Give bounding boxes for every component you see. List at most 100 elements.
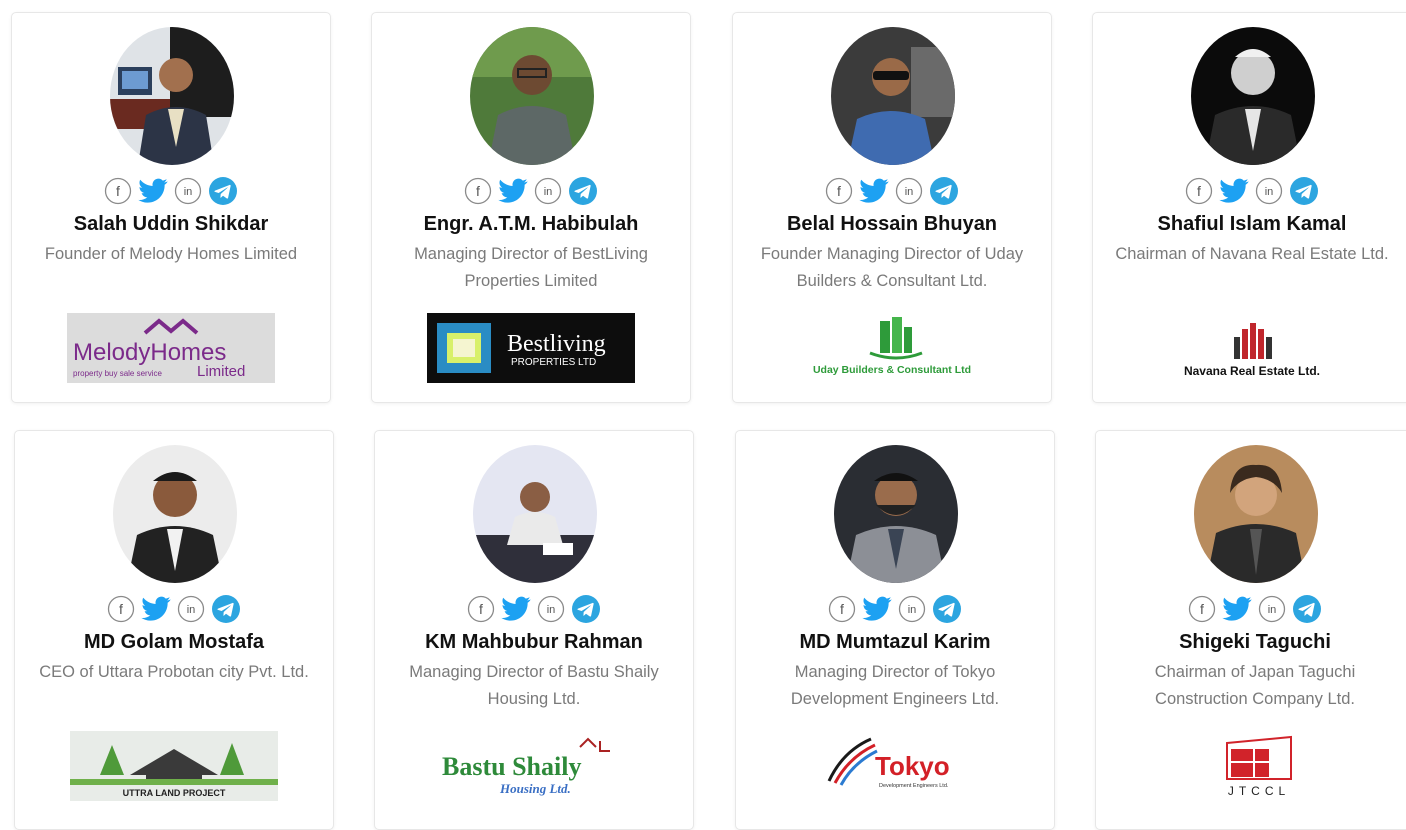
telegram-icon[interactable]	[208, 176, 238, 206]
svg-text:in: in	[905, 186, 914, 198]
telegram-icon[interactable]	[1292, 594, 1322, 624]
telegram-icon[interactable]	[211, 594, 241, 624]
telegram-icon[interactable]	[571, 594, 601, 624]
logo-subtext: PROPERTIES LTD	[511, 357, 596, 368]
member-card: f in Engr. A.T.M. Habibulah Managing Dire…	[371, 12, 691, 403]
member-role: Managing Director of Bastu Shaily Housin…	[409, 663, 659, 708]
svg-text:in: in	[184, 186, 193, 198]
twitter-icon[interactable]	[501, 595, 531, 623]
member-name: Engr. A.T.M. Habibulah	[423, 213, 639, 235]
logo-text: Tokyo	[875, 751, 950, 781]
twitter-icon[interactable]	[1219, 177, 1249, 205]
telegram-icon[interactable]	[932, 594, 962, 624]
company-logo-bastu-shaily: Bastu Shaily Housing Ltd.	[429, 729, 639, 803]
twitter-icon[interactable]	[138, 177, 168, 205]
social-links: f in	[736, 593, 1054, 625]
member-photo	[113, 445, 237, 583]
linkedin-icon[interactable]: in	[537, 595, 565, 623]
twitter-icon[interactable]	[141, 595, 171, 623]
social-links: f in	[1096, 593, 1406, 625]
linkedin-icon[interactable]: in	[534, 177, 562, 205]
svg-text:in: in	[1265, 186, 1274, 198]
facebook-icon[interactable]: f	[467, 595, 495, 623]
telegram-icon[interactable]	[1289, 176, 1319, 206]
social-links: f in	[15, 593, 333, 625]
linkedin-icon[interactable]: in	[177, 595, 205, 623]
member-name: MD Mumtazul Karim	[799, 631, 991, 653]
social-links: f in	[733, 175, 1051, 207]
linkedin-icon[interactable]: in	[1255, 177, 1283, 205]
telegram-icon[interactable]	[929, 176, 959, 206]
twitter-icon[interactable]	[859, 177, 889, 205]
facebook-icon[interactable]: f	[107, 595, 135, 623]
member-photo	[834, 445, 958, 583]
member-role: Founder Managing Director of Uday Builde…	[760, 245, 1024, 290]
logo-subtext: Limited	[197, 363, 245, 380]
svg-text:f: f	[840, 601, 844, 617]
svg-text:f: f	[837, 183, 841, 199]
member-name: Belal Hossain Bhuyan	[786, 213, 998, 235]
facebook-icon[interactable]: f	[825, 177, 853, 205]
member-name: KM Mahbubur Rahman	[425, 631, 643, 653]
logo-subtext: Development Engineers Ltd.	[879, 783, 949, 789]
svg-text:f: f	[1197, 183, 1201, 199]
twitter-icon[interactable]	[862, 595, 892, 623]
company-logo-jtccl: JTCCL	[1150, 729, 1360, 803]
member-role: Managing Director of Tokyo Development E…	[790, 663, 1000, 708]
logo-text: Uday Builders & Consultant Ltd	[813, 364, 971, 376]
facebook-icon[interactable]: f	[1185, 177, 1213, 205]
member-photo	[473, 445, 597, 583]
member-role: Founder of Melody Homes Limited	[44, 245, 298, 263]
member-card: f in MD Golam Mostafa CEO of Uttara Probo…	[14, 430, 334, 830]
logo-text: MelodyHomes	[73, 339, 226, 366]
company-logo-uttra-land: UTTRA LAND PROJECT	[69, 729, 279, 803]
twitter-icon[interactable]	[1222, 595, 1252, 623]
member-card: f in MD Mumtazul Karim Managing Director …	[735, 430, 1055, 830]
member-photo	[831, 27, 955, 165]
logo-subtext: Housing Ltd.	[499, 781, 571, 796]
svg-text:in: in	[187, 604, 196, 616]
svg-text:f: f	[476, 183, 480, 199]
linkedin-icon[interactable]: in	[1258, 595, 1286, 623]
twitter-icon[interactable]	[498, 177, 528, 205]
company-logo-bestliving: Bestliving PROPERTIES LTD	[426, 311, 636, 385]
logo-text: UTTRA LAND PROJECT	[123, 788, 226, 798]
company-logo-navana: Navana Real Estate Ltd.	[1147, 311, 1357, 385]
facebook-icon[interactable]: f	[464, 177, 492, 205]
logo-text: Bestliving	[507, 331, 606, 357]
linkedin-icon[interactable]: in	[895, 177, 923, 205]
company-logo-uday-builders: Uday Builders & Consultant Ltd	[787, 311, 997, 385]
facebook-icon[interactable]: f	[828, 595, 856, 623]
logo-text: JTCCL	[1228, 784, 1290, 798]
member-name: Shigeki Taguchi	[1179, 631, 1331, 653]
linkedin-icon[interactable]: in	[898, 595, 926, 623]
svg-text:f: f	[1200, 601, 1204, 617]
svg-text:f: f	[479, 601, 483, 617]
member-name: Salah Uddin Shikdar	[73, 213, 269, 235]
linkedin-icon[interactable]: in	[174, 177, 202, 205]
member-photo	[1191, 27, 1315, 165]
svg-text:f: f	[116, 183, 120, 199]
member-photo	[1194, 445, 1318, 583]
svg-text:f: f	[119, 601, 123, 617]
social-links: f in	[1093, 175, 1406, 207]
member-role: CEO of Uttara Probotan city Pvt. Ltd.	[39, 663, 309, 681]
member-card: f in Salah Uddin Shikdar Founder of Melod…	[11, 12, 331, 403]
member-card: f in KM Mahbubur Rahman Managing Director…	[374, 430, 694, 830]
logo-tagline: property buy sale service	[73, 369, 162, 378]
svg-text:in: in	[547, 604, 556, 616]
social-links: f in	[372, 175, 690, 207]
member-card: f in Belal Hossain Bhuyan Founder Managin…	[732, 12, 1052, 403]
social-links: f in	[375, 593, 693, 625]
logo-text: Bastu Shaily	[442, 752, 581, 781]
facebook-icon[interactable]: f	[104, 177, 132, 205]
telegram-icon[interactable]	[568, 176, 598, 206]
company-logo-melody-homes: MelodyHomes property buy sale service Li…	[66, 311, 276, 385]
social-links: f in	[12, 175, 330, 207]
company-logo-tokyo: Tokyo Development Engineers Ltd.	[790, 729, 1000, 803]
member-role: Chairman of Japan Taguchi Construction C…	[1154, 663, 1356, 708]
svg-text:in: in	[908, 604, 917, 616]
facebook-icon[interactable]: f	[1188, 595, 1216, 623]
member-name: MD Golam Mostafa	[83, 631, 265, 653]
logo-text: Navana Real Estate Ltd.	[1184, 364, 1320, 378]
